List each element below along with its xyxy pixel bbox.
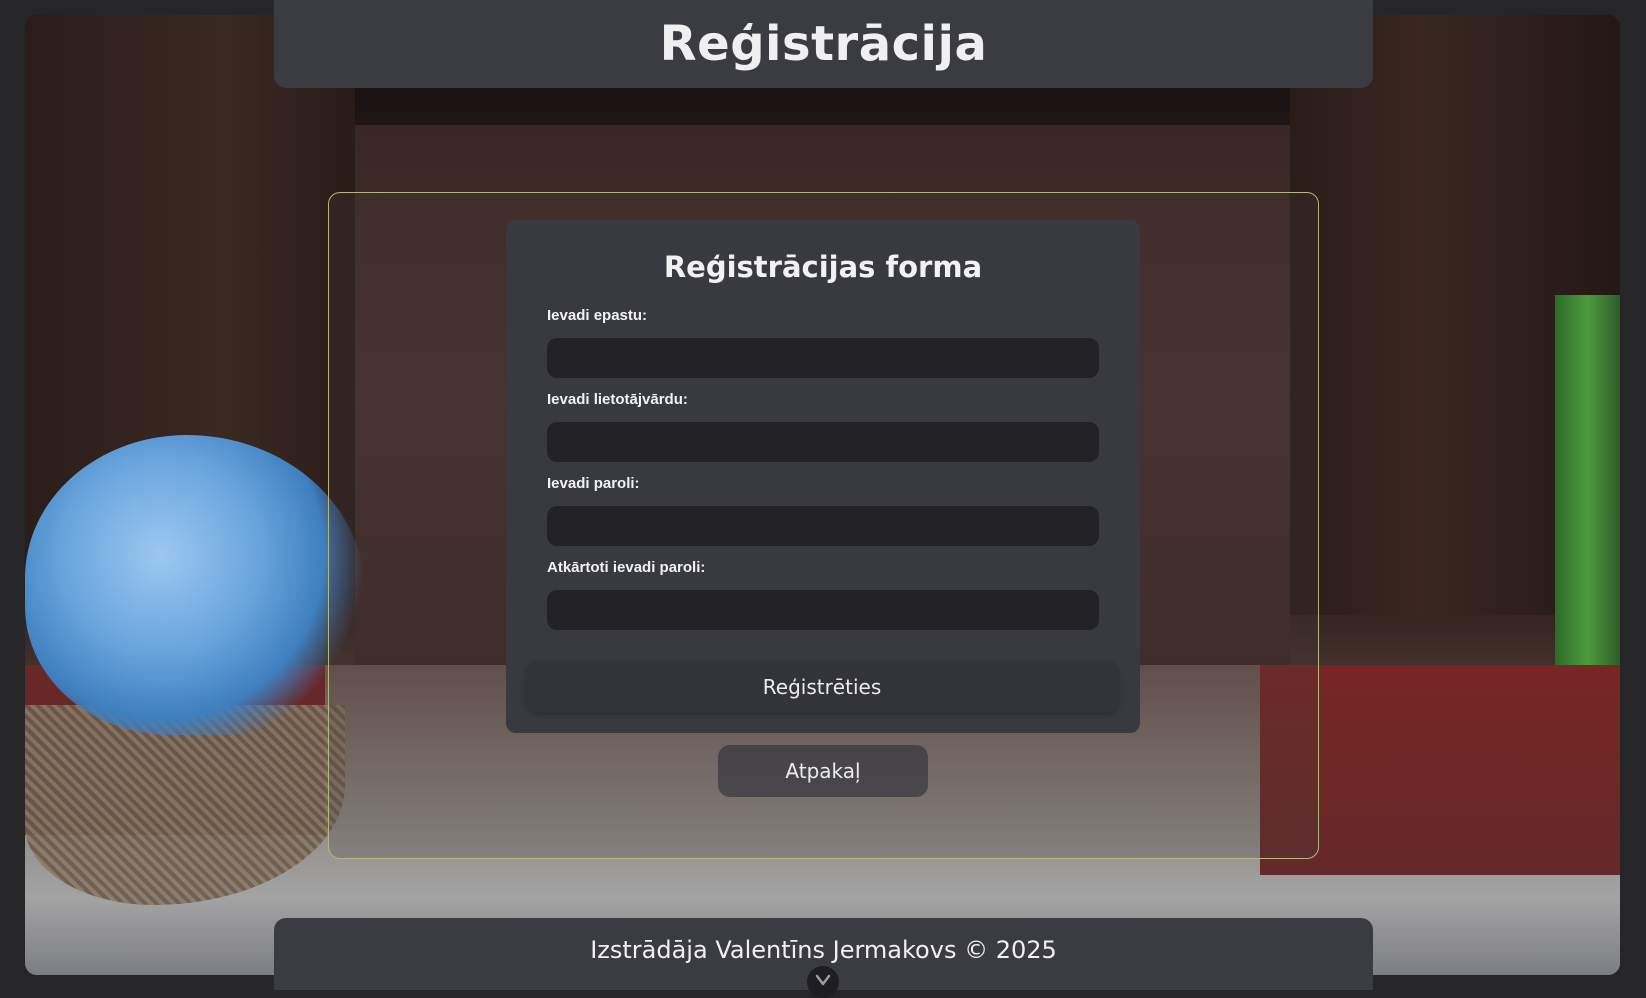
repeat-password-field[interactable] xyxy=(547,590,1099,630)
footer-credits: Izstrādāja Valentīns Jermakovs © 2025 xyxy=(590,936,1057,964)
bg-garden-window xyxy=(1555,295,1620,715)
email-label: Ievadi epastu: xyxy=(547,307,648,324)
page-title: Reģistrācija xyxy=(659,16,988,72)
email-field[interactable] xyxy=(547,338,1099,378)
password-label: Ievadi paroli: xyxy=(547,475,640,492)
register-button[interactable]: Reģistrēties xyxy=(526,661,1118,713)
username-label: Ievadi lietotājvārdu: xyxy=(547,391,688,408)
back-button[interactable]: Atpakaļ xyxy=(718,745,928,797)
header-bar: Reģistrācija xyxy=(274,0,1373,88)
chevron-down-icon xyxy=(815,974,831,986)
password-field[interactable] xyxy=(547,506,1099,546)
username-field[interactable] xyxy=(547,422,1099,462)
repeat-password-label: Atkārtoti ievadi paroli: xyxy=(547,559,706,576)
registration-form: Reģistrācijas forma Ievadi epastu: Ievad… xyxy=(506,220,1140,733)
form-title: Reģistrācijas forma xyxy=(663,250,983,284)
scroll-down-button[interactable] xyxy=(807,966,839,998)
